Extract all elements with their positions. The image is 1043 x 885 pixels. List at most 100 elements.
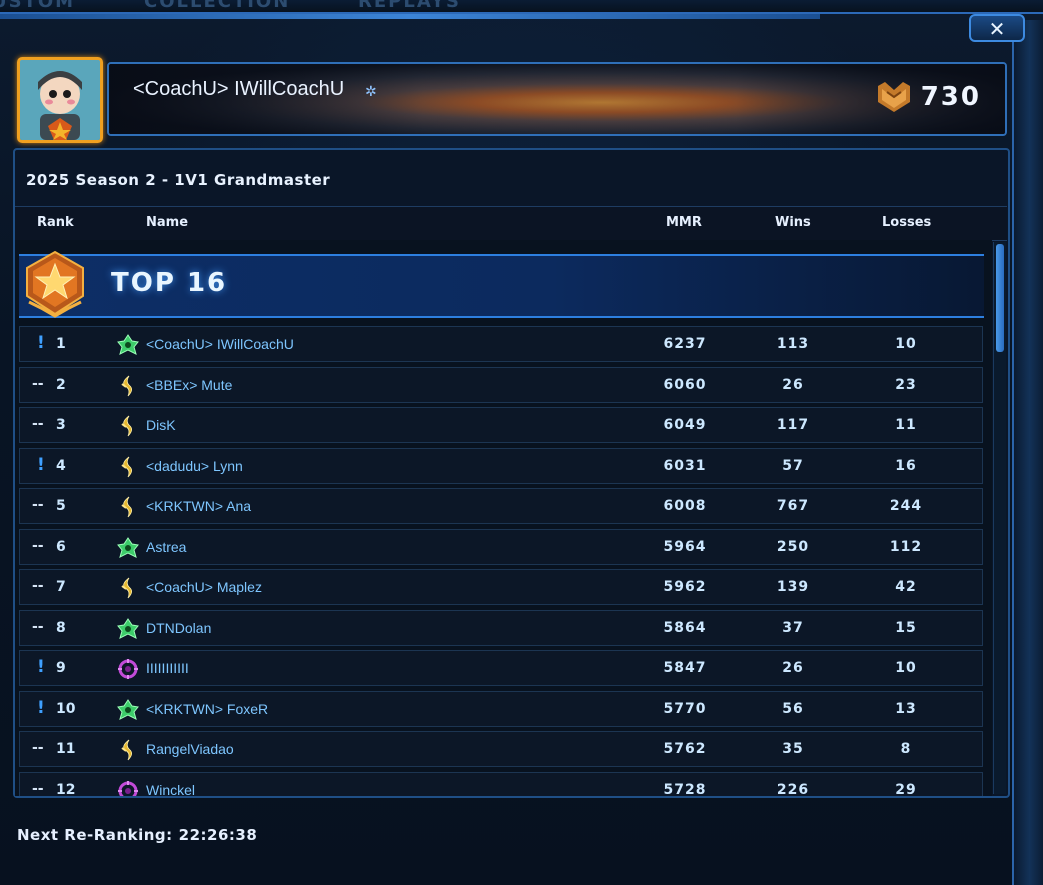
row-wins: 226 bbox=[776, 781, 810, 797]
row-mmr: 5847 bbox=[663, 660, 707, 676]
top-section-banner: TOP 16 bbox=[19, 254, 984, 318]
status-indicator: -- bbox=[32, 416, 44, 432]
status-indicator: -- bbox=[32, 740, 44, 756]
row-mmr: 5762 bbox=[663, 741, 707, 757]
player-name[interactable]: <CoachU> IWillCoachU bbox=[133, 78, 344, 101]
list-scrollbar[interactable] bbox=[993, 242, 1006, 794]
next-reranking: Next Re-Ranking: 22:26:38 bbox=[17, 826, 257, 844]
ladder-row[interactable]: ! 4 <dadudu> Lynn 6031 57 16 bbox=[19, 447, 983, 484]
terran-icon bbox=[116, 698, 140, 722]
row-player-name[interactable]: <KRKTWN> Ana bbox=[146, 498, 251, 514]
row-rank: 7 bbox=[56, 579, 66, 595]
row-mmr: 5728 bbox=[663, 781, 707, 797]
terran-icon bbox=[116, 333, 140, 357]
ladder-row[interactable]: -- 8 DTNDolan 5864 37 15 bbox=[19, 609, 983, 646]
zerg-icon bbox=[116, 779, 140, 796]
row-rank: 11 bbox=[56, 741, 76, 757]
status-indicator: -- bbox=[32, 375, 44, 392]
grandmaster-emblem-icon bbox=[26, 250, 84, 318]
row-losses: 244 bbox=[889, 498, 923, 514]
profile-header: <CoachU> IWillCoachU ✲ 730 bbox=[107, 62, 1007, 136]
row-wins: 35 bbox=[782, 741, 804, 757]
row-losses: 23 bbox=[895, 376, 917, 393]
alert-icon: ! bbox=[37, 454, 45, 475]
ladder-list[interactable]: TOP 16 ! 1 <CoachU> IWillCoachU 6 23 7 11 3 10 --… bbox=[15, 240, 992, 796]
terran-icon bbox=[116, 617, 140, 641]
ladder-row[interactable]: -- 12 Winckel 5728 226 29 bbox=[19, 771, 983, 797]
gear-icon[interactable]: ✲ bbox=[365, 84, 377, 100]
season-title: 2025 Season 2 - 1V1 Grandmaster bbox=[26, 171, 331, 189]
row-mmr: 5864 bbox=[663, 619, 707, 636]
row-player-name[interactable]: <CoachU> Maplez bbox=[146, 579, 262, 595]
close-button[interactable]: ✕ bbox=[969, 14, 1025, 42]
protoss-icon bbox=[116, 495, 140, 519]
achievement-points: 730 bbox=[920, 82, 981, 112]
ladder-row[interactable]: ! 9 IIIIIIIIIII 5847 26 10 bbox=[19, 650, 983, 686]
row-mmr: 6008 bbox=[663, 498, 707, 514]
row-player-name[interactable]: IIIIIIIIIII bbox=[146, 660, 189, 676]
row-losses: 16 bbox=[895, 457, 917, 474]
col-rank[interactable]: Rank bbox=[37, 215, 74, 230]
tab-custom[interactable]: USTOM bbox=[0, 0, 75, 12]
scrollbar-thumb[interactable] bbox=[996, 244, 1004, 352]
column-header: Rank Name MMR Wins Losses bbox=[15, 206, 1007, 241]
status-indicator: -- bbox=[32, 618, 44, 635]
row-losses: 10 bbox=[895, 336, 917, 352]
ladder-row[interactable]: -- 6 Astrea 5964 250 112 bbox=[19, 528, 983, 565]
row-losses: 29 bbox=[895, 781, 917, 797]
row-wins: 26 bbox=[782, 376, 804, 393]
row-player-name[interactable]: Winckel bbox=[146, 782, 195, 797]
row-player-name[interactable]: <KRKTWN> FoxeR bbox=[146, 701, 268, 717]
tab-replays[interactable]: REPLAYS bbox=[358, 0, 461, 12]
close-icon: ✕ bbox=[988, 17, 1006, 41]
alert-icon: ! bbox=[37, 657, 45, 677]
row-rank: 4 bbox=[56, 457, 66, 474]
col-losses[interactable]: Losses bbox=[882, 215, 931, 230]
ladder-row[interactable]: -- 3 DisK 6049 117 11 bbox=[19, 407, 983, 443]
status-indicator: -- bbox=[32, 780, 44, 797]
row-player-name[interactable]: DisK bbox=[146, 417, 176, 433]
row-player-name[interactable]: <BBEx> Mute bbox=[146, 377, 232, 393]
ladder-row[interactable]: -- 2 <BBEx> Mute 6060 26 23 bbox=[19, 366, 983, 403]
row-losses: 11 bbox=[895, 417, 917, 433]
ladder-row[interactable]: -- 11 RangelViadao 5762 35 8 bbox=[19, 731, 983, 767]
row-rank: 10 bbox=[56, 700, 76, 717]
row-wins: 139 bbox=[776, 579, 810, 595]
ladder-row[interactable]: ! 10 <KRKTWN> FoxeR 5770 56 13 bbox=[19, 690, 983, 727]
row-rank: 8 bbox=[56, 619, 66, 636]
row-player-name[interactable]: <CoachU> IWillCoachU bbox=[146, 336, 294, 352]
row-player-name[interactable]: <dadudu> Lynn bbox=[146, 458, 243, 474]
window-top-border bbox=[0, 14, 820, 19]
status-indicator: -- bbox=[32, 578, 44, 594]
row-rank: 3 bbox=[56, 417, 66, 433]
row-wins: 56 bbox=[782, 700, 804, 717]
ladder-row[interactable]: -- 7 <CoachU> Maplez 5962 139 42 bbox=[19, 569, 983, 605]
player-portrait[interactable] bbox=[17, 57, 103, 143]
ladder-row[interactable]: -- 5 <KRKTWN> Ana 6008 767 244 bbox=[19, 488, 983, 524]
col-name[interactable]: Name bbox=[146, 215, 188, 230]
col-mmr[interactable]: MMR bbox=[666, 215, 702, 230]
ladder-row[interactable]: ! 1 <CoachU> IWillCoachU 6237 113 10 bbox=[19, 326, 983, 362]
protoss-icon bbox=[116, 455, 140, 479]
row-player-name[interactable]: RangelViadao bbox=[146, 741, 234, 757]
terran-icon bbox=[116, 536, 140, 560]
achievement-points-icon bbox=[878, 82, 910, 112]
row-wins: 117 bbox=[776, 417, 810, 433]
row-losses: 10 bbox=[895, 660, 917, 676]
tab-collection[interactable]: COLLECTION bbox=[144, 0, 290, 12]
row-losses: 15 bbox=[895, 619, 917, 636]
col-wins[interactable]: Wins bbox=[775, 215, 811, 230]
row-rank: 1 bbox=[56, 336, 66, 352]
row-rank: 12 bbox=[56, 781, 76, 797]
row-mmr: 6049 bbox=[663, 417, 707, 433]
row-losses: 112 bbox=[889, 538, 923, 555]
row-losses: 42 bbox=[895, 579, 917, 595]
row-player-name[interactable]: Astrea bbox=[146, 539, 186, 555]
row-player-name[interactable]: DTNDolan bbox=[146, 620, 211, 636]
row-wins: 250 bbox=[776, 538, 810, 555]
row-rank: 6 bbox=[56, 538, 66, 555]
portrait-image bbox=[20, 60, 100, 140]
row-wins: 26 bbox=[782, 660, 804, 676]
status-indicator: -- bbox=[32, 497, 44, 513]
row-mmr: 6060 bbox=[663, 376, 707, 393]
